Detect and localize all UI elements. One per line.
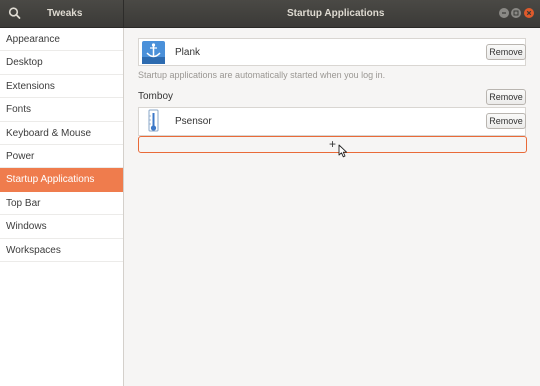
sidebar-item-top-bar[interactable]: Top Bar (0, 192, 123, 216)
app-title: Tweaks (47, 8, 83, 19)
startup-hint-text: Startup applications are automatically s… (138, 70, 386, 80)
maximize-icon (513, 10, 519, 16)
close-button[interactable] (524, 8, 534, 18)
startup-app-row: Plank Remove (139, 39, 526, 66)
sidebar-item-workspaces[interactable]: Workspaces (0, 239, 123, 262)
main-panel: Plank Remove Startup applications are au… (124, 28, 540, 386)
app-name: Psensor (175, 116, 212, 127)
sidebar: Appearance Desktop Extensions Fonts Keyb… (0, 28, 124, 386)
page-title: Startup Applications (287, 8, 385, 19)
header-bar-left: Tweaks (0, 0, 124, 27)
remove-button[interactable]: Remove (486, 44, 526, 60)
sidebar-item-extensions[interactable]: Extensions (0, 75, 123, 99)
sidebar-item-startup-applications[interactable]: Startup Applications (0, 168, 123, 192)
sidebar-item-desktop[interactable]: Desktop (0, 51, 123, 75)
remove-button[interactable]: Remove (486, 89, 526, 105)
plank-icon (142, 41, 165, 64)
startup-app-row: Psensor Remove (139, 108, 526, 135)
remove-button[interactable]: Remove (486, 113, 526, 129)
startup-app-card: Plank Remove (138, 38, 526, 66)
search-icon (8, 7, 21, 19)
search-button[interactable] (7, 6, 23, 21)
sidebar-item-appearance[interactable]: Appearance (0, 28, 123, 52)
maximize-button[interactable] (511, 8, 521, 18)
sidebar-item-windows[interactable]: Windows (0, 215, 123, 239)
minimize-button[interactable] (499, 8, 509, 18)
tweaks-window: Tweaks Startup Applications Appearance D… (0, 0, 540, 386)
thermometer-icon (148, 109, 159, 132)
app-name: Tomboy (138, 91, 174, 102)
sidebar-item-fonts[interactable]: Fonts (0, 98, 123, 122)
header-bar: Tweaks Startup Applications (0, 0, 540, 28)
app-name: Plank (175, 47, 201, 58)
add-startup-app-button[interactable]: + (138, 136, 527, 153)
close-icon (526, 10, 532, 16)
minimize-icon (502, 12, 506, 14)
sidebar-item-power[interactable]: Power (0, 145, 123, 169)
sidebar-item-keyboard-mouse[interactable]: Keyboard & Mouse (0, 122, 123, 145)
startup-app-card: Psensor Remove (138, 107, 526, 136)
